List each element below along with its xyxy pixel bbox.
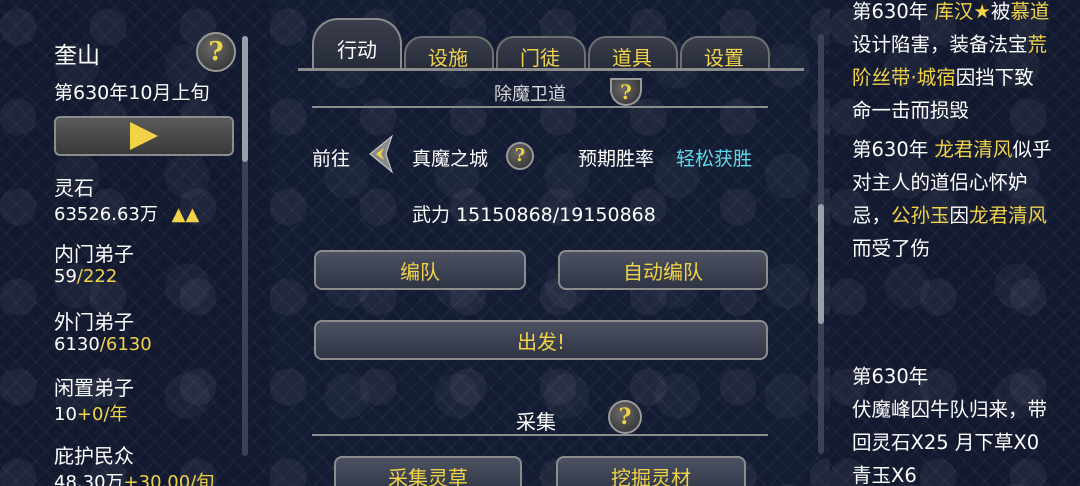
- help-icon: ?: [514, 145, 526, 166]
- mine-material-button[interactable]: 挖掘灵材: [556, 456, 746, 486]
- help-icon: ?: [620, 80, 632, 104]
- current-date: 第630年10月上旬: [54, 82, 210, 104]
- idle-disciples-value: 10+0/年: [54, 404, 128, 425]
- win-rate-value: 轻松获胜: [676, 148, 753, 170]
- tab-items[interactable]: 道具: [592, 42, 672, 71]
- log-entry: 第630年 库汉★被慕道设计陷害，装备法宝荒阶丝带·城宿因挡下致命一击而损毁: [852, 0, 1050, 122]
- event-log-lower: 第630年 伏魔峰囚牛队归来，带回灵石X25 月下草X0 青玉X6: [852, 360, 1052, 486]
- diamond-arrow-icon[interactable]: [366, 134, 396, 174]
- depart-button[interactable]: 出发!: [314, 320, 768, 360]
- goto-label: 前往: [312, 148, 351, 170]
- sect-name: 奎山: [54, 43, 100, 69]
- tab-action[interactable]: 行动: [312, 18, 402, 68]
- tab-disciples[interactable]: 门徒: [500, 42, 580, 71]
- inner-disciples-value: 59/222: [54, 266, 118, 287]
- play-icon: [130, 122, 158, 150]
- left-sidebar: [0, 0, 270, 486]
- tab-facilities[interactable]: 设施: [408, 42, 488, 71]
- left-scrollbar[interactable]: [242, 36, 248, 456]
- advance-time-button[interactable]: [54, 116, 234, 156]
- gather-help-button[interactable]: ?: [608, 400, 642, 434]
- team-button[interactable]: 编队: [314, 250, 526, 290]
- tab-settings[interactable]: 设置: [684, 42, 764, 71]
- main-scrollbar[interactable]: [818, 34, 824, 454]
- destination-name[interactable]: 真魔之城: [412, 144, 488, 171]
- protected-people-label: 庇护民众: [54, 444, 134, 468]
- power-value: 武力 15150868/19150868: [412, 204, 656, 226]
- log-entry: 伏魔峰囚牛队归来，带回灵石X25 月下草X0 青玉X6: [852, 398, 1048, 486]
- spirit-stone-label: 灵石: [54, 176, 94, 200]
- inner-disciples-label: 内门弟子: [54, 242, 134, 266]
- auto-team-button[interactable]: 自动编队: [558, 250, 768, 290]
- section-divider: [312, 106, 768, 108]
- section-title-demon-hunt: 除魔卫道: [494, 84, 566, 105]
- idle-disciples-label: 闲置弟子: [54, 376, 134, 400]
- protected-people-value: 48.30万+30.00/旬: [54, 472, 215, 486]
- gather-herb-button[interactable]: 采集灵草: [334, 456, 522, 486]
- outer-disciples-value: 6130/6130: [54, 334, 152, 355]
- gather-divider: [312, 434, 768, 436]
- win-rate-label: 预期胜率: [578, 148, 655, 170]
- log-entry: 第630年: [852, 365, 929, 388]
- destination-help-button[interactable]: ?: [506, 142, 534, 170]
- help-icon: ?: [618, 404, 632, 430]
- event-log: 第630年 库汉★被慕道设计陷害，装备法宝荒阶丝带·城宿因挡下致命一击而损毁 第…: [852, 0, 1052, 271]
- spirit-stone-value: 63526.63万 ▲▲: [54, 204, 200, 225]
- increase-arrows-icon: ▲▲: [171, 204, 200, 225]
- sect-help-button[interactable]: ?: [196, 32, 236, 72]
- outer-disciples-label: 外门弟子: [54, 310, 134, 334]
- section-title-gather: 采集: [516, 410, 556, 434]
- help-icon: ?: [208, 37, 224, 67]
- log-entry: 第630年 龙君清风似乎对主人的道侣心怀妒忌，公孙玉因龙君清风而受了伤: [852, 138, 1052, 260]
